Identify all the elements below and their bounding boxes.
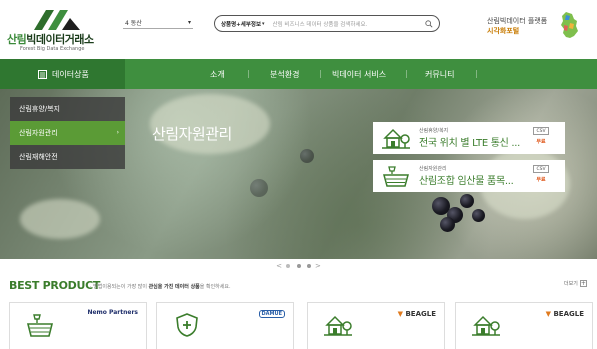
promo-category: 산림휴양/복지: [419, 128, 449, 134]
house-tree-icon: [472, 315, 500, 336]
data-products-menu[interactable]: 데이터상품: [0, 59, 125, 89]
price-badge: 무료: [536, 177, 546, 183]
house-tree-icon: [324, 315, 352, 336]
platform-portal-link[interactable]: 산림빅데이터 플랫폼 시각화포털: [487, 16, 547, 36]
nav-divider: [320, 70, 321, 78]
brand-logo: Nemo Partners: [87, 309, 138, 316]
next-slide-button[interactable]: >: [315, 262, 321, 270]
house-tree-icon: [382, 128, 410, 149]
slide-indicator-active[interactable]: [286, 264, 291, 268]
brand-logo: ▼ BEAGLE: [397, 310, 436, 318]
promo-title: 산림조합 임산물 품목...: [419, 176, 514, 187]
best-product-title: BEST PRODUCT: [9, 279, 101, 292]
search-input[interactable]: 산림 비즈니스 데이터 상품을 검색하세요.: [273, 20, 421, 28]
beagle-icon: ▼: [397, 310, 404, 318]
product-card[interactable]: ▼ BEAGLE: [307, 302, 445, 349]
slide-indicator[interactable]: [306, 264, 311, 268]
berry-image: [300, 149, 314, 163]
nav-divider: [476, 70, 477, 78]
brand-logo: DAMUE: [258, 310, 285, 318]
document-icon: [38, 70, 47, 79]
side-menu-item-disaster-safety[interactable]: 산림재해안전: [10, 145, 125, 169]
shield-plus-icon: [176, 313, 198, 337]
berry-image: [460, 194, 474, 208]
main-nav: 데이터상품 소개 분석환경 빅데이터 서비스 커뮤니티: [0, 59, 597, 89]
prev-slide-button[interactable]: <: [276, 262, 282, 270]
slide-indicator[interactable]: [296, 264, 301, 268]
price-badge: 무료: [536, 139, 546, 145]
product-card[interactable]: Nemo Partners: [9, 302, 147, 349]
search-bar[interactable]: 상품명+세부정보 ▾ 산림 비즈니스 데이터 상품을 검색하세요.: [214, 15, 440, 32]
background-blur: [20, 199, 100, 239]
side-menu-item-recreation[interactable]: 산림휴양/복지: [10, 97, 125, 121]
korea-map-icon[interactable]: [556, 11, 582, 41]
category-side-menu: 산림휴양/복지 산림자원관리 › 산림재해안전: [10, 97, 125, 169]
best-product-description: · 방법이용되는이 가장 많이 관심을 가진 데이터 상품을 확인하세요.: [90, 284, 231, 290]
nav-item-bigdata-service[interactable]: 빅데이터 서비스: [332, 69, 386, 80]
carousel-pager: < >: [0, 262, 597, 270]
berry-image: [472, 209, 485, 222]
berry-image: [250, 179, 268, 197]
promo-category: 산림자원관리: [419, 166, 447, 172]
nav-item-analysis[interactable]: 분석환경: [270, 69, 299, 80]
chevron-right-icon: ›: [116, 129, 119, 136]
nav-item-community[interactable]: 커뮤니티: [425, 69, 454, 80]
product-card[interactable]: DAMUE: [156, 302, 294, 349]
logo-icon[interactable]: [30, 8, 82, 30]
search-icon[interactable]: [425, 19, 433, 28]
tree-basket-icon: [383, 166, 409, 187]
file-format-badge: CSV: [533, 165, 549, 173]
plus-icon: +: [579, 280, 587, 287]
tree-basket-icon: [26, 314, 54, 337]
more-link[interactable]: 더보기 +: [564, 280, 587, 287]
nav-item-intro[interactable]: 소개: [210, 69, 225, 80]
search-scope-select[interactable]: 상품명+세부정보: [221, 20, 261, 28]
region-select[interactable]: 4 동산 ▾: [123, 17, 193, 29]
berry-image: [440, 217, 455, 232]
logo-title[interactable]: 산림빅데이터거래소: [7, 31, 94, 47]
side-menu-item-resource-mgmt[interactable]: 산림자원관리 ›: [10, 121, 125, 145]
promo-title: 전국 위치 별 LTE 통신 ...: [419, 138, 521, 149]
file-format-badge: CSV: [533, 127, 549, 135]
chevron-down-icon: ▾: [262, 20, 265, 27]
beagle-icon: ▼: [545, 310, 552, 318]
chevron-down-icon: ▾: [187, 19, 191, 26]
nav-divider: [248, 70, 249, 78]
nav-divider: [406, 70, 407, 78]
product-card[interactable]: ▼ BEAGLE: [455, 302, 593, 349]
hero-title: 산림자원관리: [152, 125, 232, 143]
promo-card[interactable]: 산림자원관리 산림조합 임산물 품목... CSV 무료: [373, 160, 565, 192]
site-header: 산림빅데이터거래소 Forest Big Data Exchange 4 동산 …: [0, 0, 597, 56]
logo-subtitle: Forest Big Data Exchange: [20, 46, 85, 52]
brand-logo: ▼ BEAGLE: [545, 310, 584, 318]
promo-card[interactable]: 산림휴양/복지 전국 위치 별 LTE 통신 ... CSV 무료: [373, 122, 565, 154]
